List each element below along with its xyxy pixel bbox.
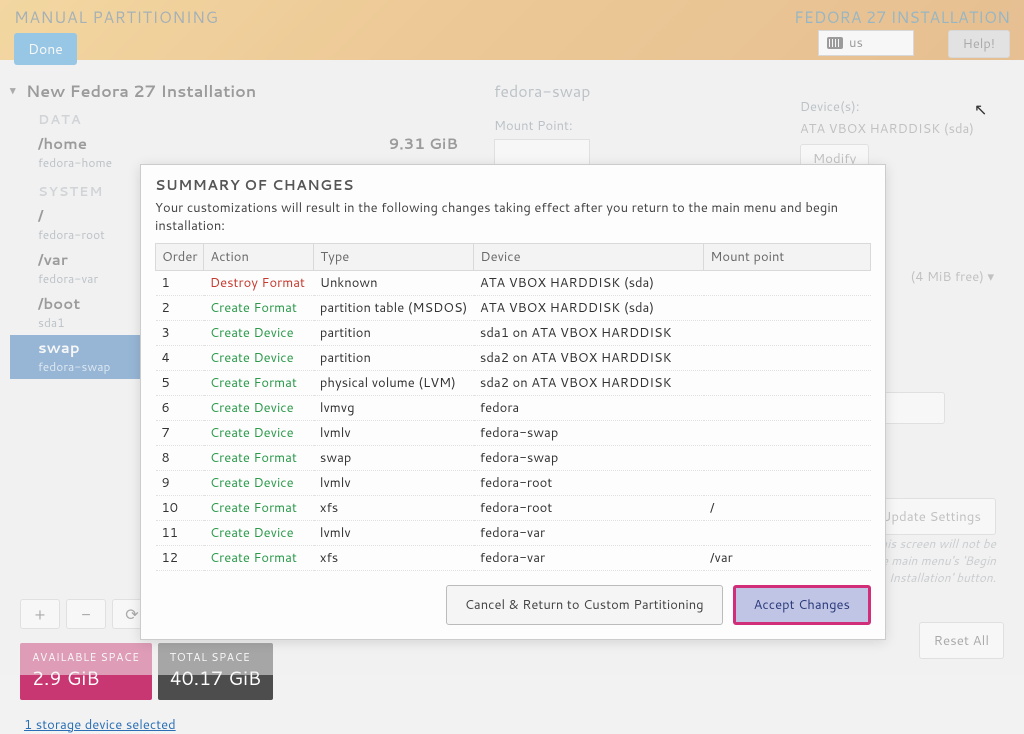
cell-mount — [704, 521, 871, 546]
col-mount[interactable]: Mount point — [704, 244, 871, 271]
col-order[interactable]: Order — [156, 244, 204, 271]
table-row[interactable]: 4Create Devicepartitionsda2 on ATA VBOX … — [156, 346, 871, 371]
table-row[interactable]: 3Create Devicepartitionsda1 on ATA VBOX … — [156, 321, 871, 346]
cell-device: sda2 on ATA VBOX HARDDISK — [474, 346, 704, 371]
cell-action: Create Device — [204, 471, 314, 496]
cell-order: 8 — [156, 446, 204, 471]
cell-action: Create Device — [204, 396, 314, 421]
cell-type: xfs — [314, 546, 474, 571]
cell-order: 7 — [156, 421, 204, 446]
cell-mount — [704, 346, 871, 371]
cell-order: 2 — [156, 296, 204, 321]
cell-type: physical volume (LVM) — [314, 371, 474, 396]
cell-device: ATA VBOX HARDDISK (sda) — [474, 271, 704, 296]
cell-action: Create Device — [204, 421, 314, 446]
cell-order: 6 — [156, 396, 204, 421]
cell-device: fedora-root — [474, 471, 704, 496]
table-row[interactable]: 11Create Devicelvmlvfedora-var — [156, 521, 871, 546]
cell-order: 3 — [156, 321, 204, 346]
cell-mount — [704, 421, 871, 446]
cell-type: swap — [314, 446, 474, 471]
cell-order: 9 — [156, 471, 204, 496]
cell-device: ATA VBOX HARDDISK (sda) — [474, 296, 704, 321]
cell-order: 1 — [156, 271, 204, 296]
table-header-row: Order Action Type Device Mount point — [156, 244, 871, 271]
cell-device: sda1 on ATA VBOX HARDDISK — [474, 321, 704, 346]
cell-type: lvmlv — [314, 521, 474, 546]
cell-type: lvmlv — [314, 421, 474, 446]
cell-mount: /var — [704, 546, 871, 571]
cell-device: fedora — [474, 396, 704, 421]
cell-action: Create Device — [204, 346, 314, 371]
table-row[interactable]: 8Create Formatswapfedora-swap — [156, 446, 871, 471]
changes-table: Order Action Type Device Mount point 1De… — [155, 243, 871, 571]
cell-type: xfs — [314, 496, 474, 521]
table-row[interactable]: 9Create Devicelvmlvfedora-root — [156, 471, 871, 496]
cell-mount — [704, 271, 871, 296]
cell-mount — [704, 296, 871, 321]
cell-action: Create Device — [204, 321, 314, 346]
accept-changes-button[interactable]: Accept Changes — [733, 585, 871, 625]
storage-devices-link[interactable]: 1 storage device selected — [24, 716, 176, 734]
cell-type: lvmvg — [314, 396, 474, 421]
dialog-subtitle: Your customizations will result in the f… — [155, 199, 871, 235]
cell-action: Create Device — [204, 521, 314, 546]
cell-device: fedora-swap — [474, 421, 704, 446]
cell-action: Create Format — [204, 496, 314, 521]
table-row[interactable]: 1Destroy FormatUnknownATA VBOX HARDDISK … — [156, 271, 871, 296]
cell-order: 11 — [156, 521, 204, 546]
cell-order: 12 — [156, 546, 204, 571]
cell-mount — [704, 321, 871, 346]
cell-mount — [704, 446, 871, 471]
cell-device: fedora-var — [474, 546, 704, 571]
cell-type: partition — [314, 321, 474, 346]
cell-action: Create Format — [204, 546, 314, 571]
summary-dialog: SUMMARY OF CHANGES Your customizations w… — [140, 164, 886, 640]
cell-action: Create Format — [204, 446, 314, 471]
cell-device: fedora-root — [474, 496, 704, 521]
cell-action: Create Format — [204, 296, 314, 321]
table-row[interactable]: 6Create Devicelvmvgfedora — [156, 396, 871, 421]
cell-mount: / — [704, 496, 871, 521]
cell-order: 10 — [156, 496, 204, 521]
cell-device: fedora-var — [474, 521, 704, 546]
cell-type: lvmlv — [314, 471, 474, 496]
dialog-buttons: Cancel & Return to Custom Partitioning A… — [155, 585, 871, 625]
table-row[interactable]: 12Create Formatxfsfedora-var/var — [156, 546, 871, 571]
cell-type: partition — [314, 346, 474, 371]
col-action[interactable]: Action — [204, 244, 314, 271]
cell-order: 5 — [156, 371, 204, 396]
dialog-title: SUMMARY OF CHANGES — [155, 175, 871, 195]
table-row[interactable]: 7Create Devicelvmlvfedora-swap — [156, 421, 871, 446]
cell-device: fedora-swap — [474, 446, 704, 471]
cell-mount — [704, 396, 871, 421]
cell-order: 4 — [156, 346, 204, 371]
table-row[interactable]: 10Create Formatxfsfedora-root/ — [156, 496, 871, 521]
cancel-button[interactable]: Cancel & Return to Custom Partitioning — [446, 585, 723, 625]
table-row[interactable]: 5Create Formatphysical volume (LVM)sda2 … — [156, 371, 871, 396]
cell-action: Create Format — [204, 371, 314, 396]
cell-mount — [704, 371, 871, 396]
cell-device: sda2 on ATA VBOX HARDDISK — [474, 371, 704, 396]
table-row[interactable]: 2Create Formatpartition table (MSDOS)ATA… — [156, 296, 871, 321]
cell-action: Destroy Format — [204, 271, 314, 296]
cell-type: Unknown — [314, 271, 474, 296]
col-device[interactable]: Device — [474, 244, 704, 271]
col-type[interactable]: Type — [314, 244, 474, 271]
cursor-icon: ↖ — [974, 98, 987, 121]
cell-mount — [704, 471, 871, 496]
cell-type: partition table (MSDOS) — [314, 296, 474, 321]
